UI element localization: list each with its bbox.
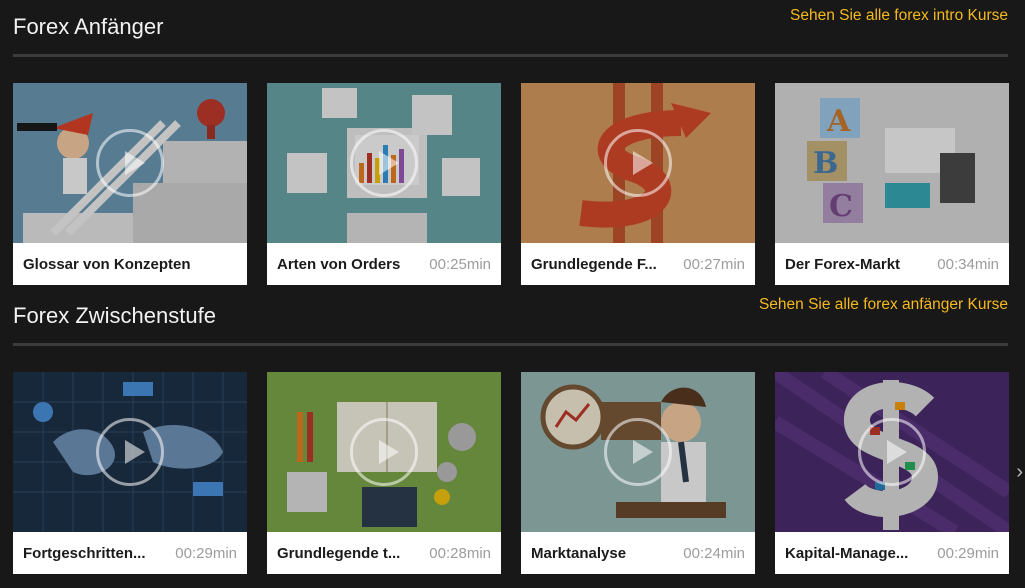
course-cards: Fortgeschritten... 00:29min Grundlegende… bbox=[13, 372, 1009, 574]
course-title: Fortgeschritten... bbox=[23, 544, 146, 562]
course-duration: 00:29min bbox=[175, 544, 237, 562]
course-thumbnail[interactable] bbox=[267, 372, 501, 532]
course-card[interactable]: Grundlegende t... 00:28min bbox=[267, 372, 501, 574]
course-duration: 00:24min bbox=[683, 544, 745, 562]
course-duration: 00:29min bbox=[937, 544, 999, 562]
course-duration: 00:34min bbox=[937, 255, 999, 273]
course-title: Arten von Orders bbox=[277, 255, 401, 273]
card-caption: Glossar von Konzepten bbox=[13, 243, 247, 285]
course-title: Kapital-Manage... bbox=[785, 544, 909, 562]
course-thumbnail[interactable] bbox=[13, 372, 247, 532]
course-card[interactable]: Kapital-Manage... 00:29min bbox=[775, 372, 1009, 574]
card-caption: Fortgeschritten... 00:29min bbox=[13, 532, 247, 574]
course-card[interactable]: Glossar von Konzepten bbox=[13, 83, 247, 285]
see-all-link[interactable]: Sehen Sie alle forex intro Kurse bbox=[790, 7, 1008, 25]
see-all-link[interactable]: Sehen Sie alle forex anfänger Kurse bbox=[759, 296, 1008, 314]
course-card[interactable]: Grundlegende F... 00:27min bbox=[521, 83, 755, 285]
course-title: Glossar von Konzepten bbox=[23, 255, 191, 273]
chevron-right-icon[interactable]: › bbox=[1016, 461, 1023, 484]
play-icon[interactable] bbox=[350, 418, 418, 486]
course-thumbnail[interactable]: A B C bbox=[775, 83, 1009, 243]
course-thumbnail[interactable] bbox=[13, 83, 247, 243]
card-caption: Kapital-Manage... 00:29min bbox=[775, 532, 1009, 574]
course-duration: 00:25min bbox=[429, 255, 491, 273]
card-caption: Der Forex-Markt 00:34min bbox=[775, 243, 1009, 285]
card-caption: Marktanalyse 00:24min bbox=[521, 532, 755, 574]
section-title: Forex Anfänger bbox=[13, 14, 164, 39]
section-forex-zwischenstufe: Forex Zwischenstufe Sehen Sie alle forex… bbox=[13, 289, 1009, 574]
course-card[interactable]: A B C Der Forex-Markt 00:34min bbox=[775, 83, 1009, 285]
card-caption: Grundlegende F... 00:27min bbox=[521, 243, 755, 285]
card-caption: Grundlegende t... 00:28min bbox=[267, 532, 501, 574]
card-caption: Arten von Orders 00:25min bbox=[267, 243, 501, 285]
play-icon[interactable] bbox=[350, 129, 418, 197]
course-duration: 00:28min bbox=[429, 544, 491, 562]
course-thumbnail[interactable] bbox=[521, 83, 755, 243]
section-title: Forex Zwischenstufe bbox=[13, 303, 216, 328]
play-icon[interactable] bbox=[96, 129, 164, 197]
course-thumbnail[interactable] bbox=[521, 372, 755, 532]
section-forex-anfaenger: Forex Anfänger Sehen Sie alle forex intr… bbox=[13, 0, 1009, 285]
course-title: Der Forex-Markt bbox=[785, 255, 901, 273]
course-title: Grundlegende F... bbox=[531, 255, 657, 273]
section-header: Forex Anfänger Sehen Sie alle forex intr… bbox=[13, 0, 1008, 58]
thumbnail-overlay bbox=[775, 83, 1009, 243]
course-duration: 00:27min bbox=[683, 255, 745, 273]
section-header: Forex Zwischenstufe Sehen Sie alle forex… bbox=[13, 289, 1008, 347]
course-thumbnail[interactable] bbox=[775, 372, 1009, 532]
course-card[interactable]: Fortgeschritten... 00:29min bbox=[13, 372, 247, 574]
play-icon[interactable] bbox=[604, 129, 672, 197]
course-title: Marktanalyse bbox=[531, 544, 627, 562]
course-thumbnail[interactable] bbox=[267, 83, 501, 243]
play-icon[interactable] bbox=[96, 418, 164, 486]
course-cards: Glossar von Konzepten Arten von Orders 0… bbox=[13, 83, 1009, 285]
section-divider bbox=[13, 343, 1008, 346]
section-divider bbox=[13, 54, 1008, 57]
course-title: Grundlegende t... bbox=[277, 544, 401, 562]
play-icon[interactable] bbox=[604, 418, 672, 486]
play-icon[interactable] bbox=[858, 418, 926, 486]
course-card[interactable]: Arten von Orders 00:25min bbox=[267, 83, 501, 285]
course-card[interactable]: Marktanalyse 00:24min bbox=[521, 372, 755, 574]
